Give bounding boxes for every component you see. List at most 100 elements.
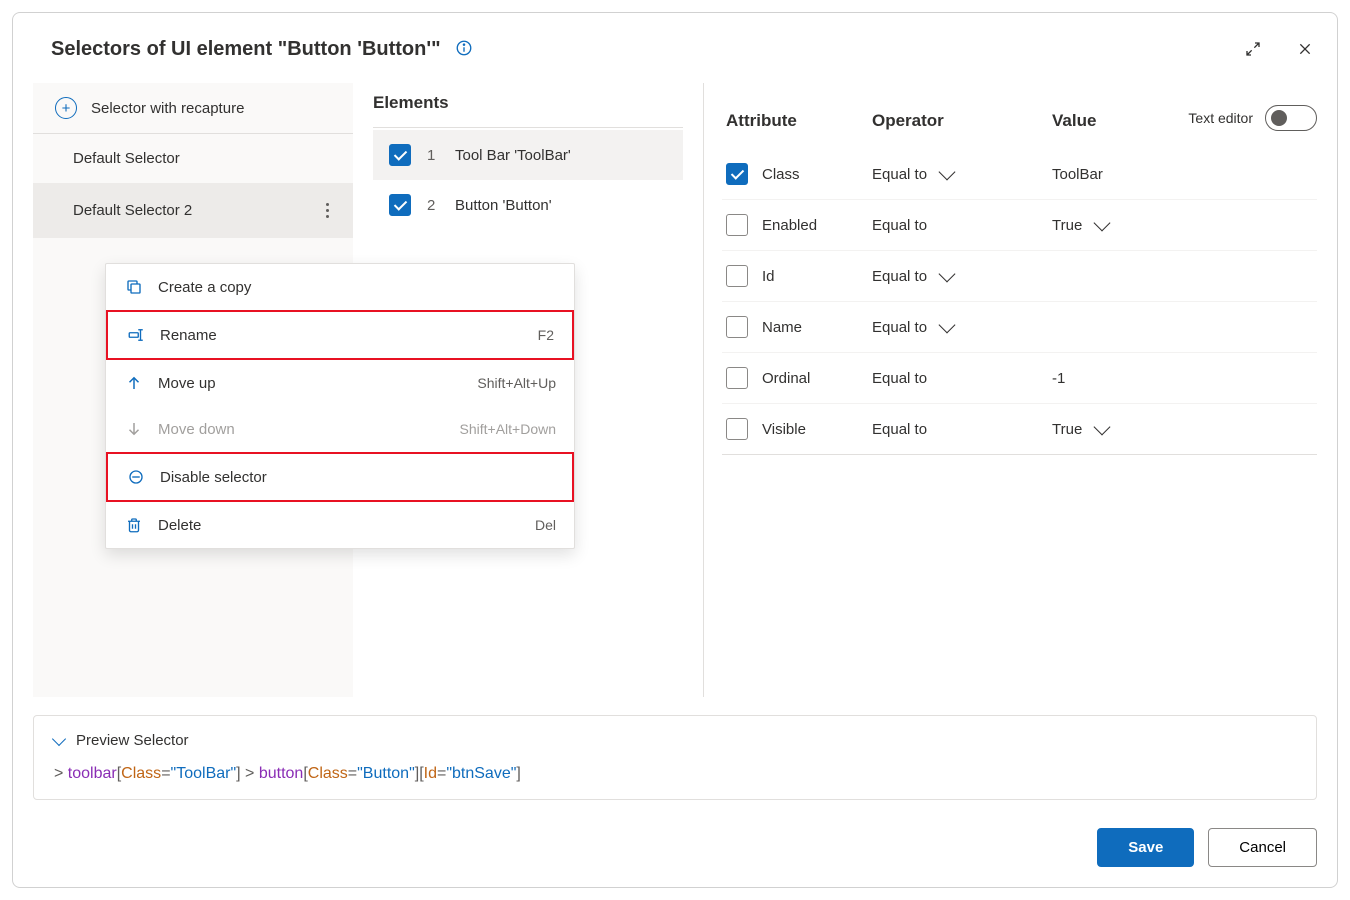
operator-dropdown[interactable]: Equal to [872,268,1052,285]
attribute-checkbox[interactable] [726,316,748,338]
dialog-header: Selectors of UI element "Button 'Button'… [33,37,1317,61]
chevron-down-icon [52,731,66,745]
selector-item[interactable]: Default Selector [33,134,353,183]
dialog-title: Selectors of UI element "Button 'Button'… [51,38,441,61]
menu-item-shortcut: F2 [538,327,554,343]
attribute-row: Ordinal Equal to -1 [722,353,1317,404]
menu-item-delete[interactable]: Delete Del [106,502,574,548]
selector-item-label: Default Selector 2 [73,202,192,219]
attribute-value: ToolBar [1052,166,1103,183]
attribute-row: Class Equal to ToolBar [722,149,1317,200]
menu-item-disable-selector[interactable]: Disable selector [106,452,574,502]
menu-item-move-up[interactable]: Move up Shift+Alt+Up [106,360,574,406]
attribute-checkbox[interactable] [726,163,748,185]
element-row[interactable]: 1 Tool Bar 'ToolBar' [373,130,683,180]
value-cell[interactable]: ToolBar [1052,166,1317,183]
operator-dropdown[interactable]: Equal to [872,217,1052,234]
element-label: Button 'Button' [455,197,552,214]
attributes-panel: Attribute Operator Value ClassEqual toTo… [703,83,1317,697]
element-checkbox[interactable] [389,194,411,216]
text-editor-label: Text editor [1188,110,1253,126]
attribute-row: Visible Equal to True [722,404,1317,455]
attribute-checkbox[interactable] [726,418,748,440]
selector-with-recapture-button[interactable]: + Selector with recapture [33,83,353,134]
attribute-value: True [1052,421,1082,438]
attribute-name: Enabled [762,217,817,234]
attribute-value: True [1052,217,1082,234]
chevron-down-icon[interactable] [939,266,956,283]
plus-icon: + [55,97,77,119]
menu-item-move-down: Move down Shift+Alt+Down [106,406,574,452]
chevron-down-icon[interactable] [939,317,956,334]
attribute-row: Name Equal to [722,302,1317,353]
cancel-button[interactable]: Cancel [1208,828,1317,867]
element-row[interactable]: 2 Button 'Button' [373,180,683,230]
close-icon[interactable] [1293,37,1317,61]
attribute-name: Class [762,166,800,183]
element-label: Tool Bar 'ToolBar' [455,147,571,164]
attribute-name: Name [762,319,802,336]
dialog-footer: Save Cancel [33,828,1317,867]
more-icon[interactable] [322,199,333,222]
operator-value: Equal to [872,166,927,183]
operator-dropdown[interactable]: Equal to [872,166,1052,183]
value-cell[interactable]: True [1052,217,1317,234]
disable-icon [126,468,146,486]
menu-item-label: Move up [158,375,463,392]
menu-item-label: Rename [160,327,524,344]
selector-item[interactable]: Default Selector 2 [33,183,353,238]
menu-item-label: Create a copy [158,279,556,296]
menu-item-label: Disable selector [160,469,554,486]
attribute-checkbox[interactable] [726,367,748,389]
attribute-name: Visible [762,421,806,438]
operator-dropdown[interactable]: Equal to [872,370,1052,387]
selector-dialog: Selectors of UI element "Button 'Button'… [12,12,1338,888]
attribute-checkbox[interactable] [726,214,748,236]
element-index: 2 [427,197,439,214]
attribute-name: Ordinal [762,370,810,387]
preview-toggle[interactable]: Preview Selector [54,732,1296,749]
menu-item-create-copy[interactable]: Create a copy [106,264,574,310]
menu-item-shortcut: Shift+Alt+Down [460,421,557,437]
chevron-down-icon[interactable] [939,164,956,181]
elements-title: Elements [373,93,449,113]
rename-icon [126,326,146,344]
chevron-down-icon[interactable] [1094,419,1111,436]
arrow-up-icon [124,374,144,392]
menu-item-rename[interactable]: Rename F2 [106,310,574,360]
element-checkbox[interactable] [389,144,411,166]
arrow-down-icon [124,420,144,438]
text-editor-toggle[interactable] [1265,105,1317,131]
selector-context-menu: Create a copy Rename F2 Move up Shift+Alt+Up… [105,263,575,549]
value-cell[interactable]: -1 [1052,370,1317,387]
attr-header-operator: Operator [872,111,1052,131]
operator-dropdown[interactable]: Equal to [872,421,1052,438]
menu-item-label: Move down [158,421,446,438]
operator-dropdown[interactable]: Equal to [872,319,1052,336]
menu-item-label: Delete [158,517,521,534]
attribute-value: -1 [1052,370,1065,387]
expand-icon[interactable] [1241,37,1265,61]
attribute-row: Id Equal to [722,251,1317,302]
info-icon[interactable] [455,39,473,60]
attribute-name: Id [762,268,775,285]
operator-value: Equal to [872,421,927,438]
attribute-row: Enabled Equal to True [722,200,1317,251]
preview-title: Preview Selector [76,732,189,749]
chevron-down-icon[interactable] [1094,215,1111,232]
copy-icon [124,278,144,296]
save-button[interactable]: Save [1097,828,1194,867]
preview-selector-panel: Preview Selector > toolbar[Class="ToolBa… [33,715,1317,800]
preview-code: > toolbar[Class="ToolBar"] > button[Clas… [54,765,1296,783]
operator-value: Equal to [872,217,927,234]
operator-value: Equal to [872,370,927,387]
attribute-checkbox[interactable] [726,265,748,287]
attr-header-attribute: Attribute [722,111,872,131]
operator-value: Equal to [872,319,927,336]
operator-value: Equal to [872,268,927,285]
element-index: 1 [427,147,439,164]
menu-item-shortcut: Del [535,517,556,533]
value-cell[interactable]: True [1052,421,1317,438]
trash-icon [124,516,144,534]
menu-item-shortcut: Shift+Alt+Up [477,375,556,391]
